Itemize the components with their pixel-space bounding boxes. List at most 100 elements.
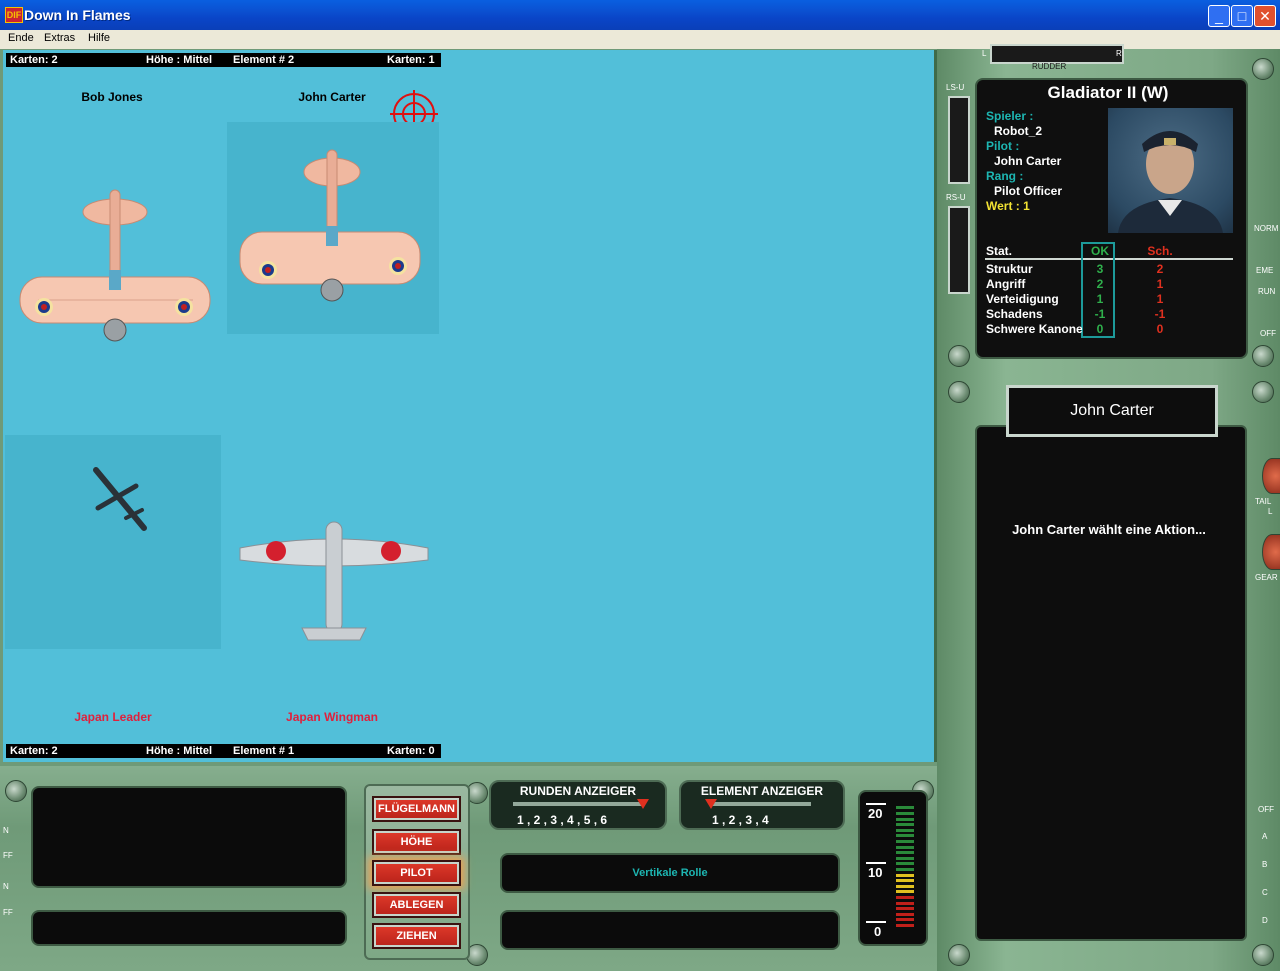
pilot-portrait-icon xyxy=(1118,131,1223,233)
gauge-bar xyxy=(896,918,914,922)
stat-sch-value: -1 xyxy=(1154,307,1166,321)
menu-extras[interactable]: Extras xyxy=(44,32,75,44)
screw-icon xyxy=(5,780,27,802)
aircraft-title: Gladiator II (W) xyxy=(1047,83,1169,102)
stat-name: Angriff xyxy=(986,277,1026,291)
stat-name: Verteidigung xyxy=(986,292,1059,306)
stat-ok-value: 3 xyxy=(1096,262,1104,276)
window-title: Down In Flames xyxy=(24,7,131,23)
selected-pilot-name: John Carter xyxy=(1006,385,1218,437)
element-track xyxy=(711,802,811,806)
secondary-maneuver-display xyxy=(500,910,840,950)
pilot-button[interactable]: PILOT xyxy=(372,860,461,886)
edge-label: RUN xyxy=(1258,287,1276,296)
rsu-label: RS-U xyxy=(946,193,966,202)
message-panel xyxy=(975,425,1247,941)
pilot-portrait xyxy=(1108,108,1233,233)
hoehe-button[interactable]: HÖHE xyxy=(372,829,461,855)
gauge-bar xyxy=(896,907,914,911)
biplane-john-carter[interactable] xyxy=(238,148,422,306)
gauge-bar xyxy=(896,806,914,810)
pilot-value: John Carter xyxy=(994,154,1062,168)
rudder-gauge xyxy=(990,44,1124,64)
edge-label: C xyxy=(1262,888,1268,897)
rounds-track xyxy=(513,802,643,806)
card-hand-display xyxy=(31,786,347,888)
right-slider-gauge xyxy=(948,206,970,294)
tail-knob-icon[interactable] xyxy=(1262,458,1280,494)
gauge-bar xyxy=(896,890,914,894)
gear-knob-icon[interactable] xyxy=(1262,534,1280,570)
screw-icon xyxy=(948,345,970,367)
gauge-tick xyxy=(866,803,886,805)
maximize-button[interactable]: □ xyxy=(1231,5,1253,27)
gauge-bar xyxy=(896,817,914,821)
stat-sch-value: 0 xyxy=(1156,322,1164,336)
edge-label: NORM xyxy=(1254,224,1279,233)
screw-icon xyxy=(1252,58,1274,80)
bottom-right-cards: Karten: 0 xyxy=(387,745,435,757)
gauge-bar xyxy=(896,901,914,905)
gauge-label-20: 20 xyxy=(868,806,883,821)
fluegelmann-button[interactable]: FLÜGELMANN xyxy=(372,796,461,822)
rounds-numbers: 1 , 2 , 3 , 4 , 5 , 6 xyxy=(517,813,608,827)
rounds-indicator: RUNDEN ANZEIGER 1 , 2 , 3 , 4 , 5 , 6 xyxy=(489,780,667,830)
sch-header: Sch. xyxy=(1147,244,1173,258)
stat-name: Schwere Kanone xyxy=(986,322,1082,336)
gauge-bar xyxy=(896,896,914,899)
edge-label: B xyxy=(1262,860,1268,869)
rank-label: Rang : xyxy=(986,169,1024,183)
edge-label: N xyxy=(3,882,9,891)
value-label: Wert : 1 xyxy=(986,199,1030,213)
edge-label: D xyxy=(1262,916,1268,925)
gauge-tick xyxy=(866,862,886,864)
gauge-label-0: 0 xyxy=(874,924,882,939)
stat-sch-value: 2 xyxy=(1156,262,1164,276)
stat-header: Stat. xyxy=(986,244,1013,258)
app-icon: DIF xyxy=(5,7,23,23)
minimize-button[interactable]: _ xyxy=(1208,5,1230,27)
ziehen-button[interactable]: ZIEHEN xyxy=(372,923,461,949)
gauge-bar xyxy=(896,924,914,927)
edge-label: EME xyxy=(1256,266,1274,275)
maneuver-text: Vertikale Rolle xyxy=(632,867,708,879)
player-label: Spieler : xyxy=(986,109,1034,123)
zero-japan-wingman[interactable] xyxy=(236,520,432,646)
ablegen-button[interactable]: ABLEGEN xyxy=(372,892,461,918)
bottom-altitude: Höhe : Mittel xyxy=(146,745,212,757)
top-altitude: Höhe : Mittel xyxy=(146,54,212,66)
edge-label: L xyxy=(1268,507,1273,516)
stat-ok-value: 1 xyxy=(1096,292,1104,306)
screw-icon xyxy=(948,944,970,966)
plane-label-bob-jones: Bob Jones xyxy=(81,90,143,104)
edge-label: FF xyxy=(3,908,13,917)
biplane-bob-jones[interactable] xyxy=(18,185,212,347)
top-left-cards: Karten: 2 xyxy=(10,54,58,66)
lsu-label: LS-U xyxy=(946,83,965,92)
close-button[interactable]: ✕ xyxy=(1254,5,1276,27)
bottom-element: Element # 1 xyxy=(233,745,295,757)
element-indicator-title: ELEMENT ANZEIGER xyxy=(700,784,824,798)
left-slider-gauge xyxy=(948,96,970,184)
gauge-bar xyxy=(896,851,914,855)
menu-ende[interactable]: Ende xyxy=(8,32,34,44)
gauge-bar xyxy=(896,845,914,849)
plane-label-japan-leader: Japan Leader xyxy=(74,710,152,724)
gauge-label-10: 10 xyxy=(868,865,883,880)
element-marker-icon xyxy=(705,799,717,809)
gauge-bar xyxy=(896,834,914,838)
bottom-left-cards: Karten: 2 xyxy=(10,745,58,757)
gauge-bar xyxy=(896,856,914,860)
rounds-indicator-title: RUNDEN ANZEIGER xyxy=(519,784,637,798)
element-indicator: ELEMENT ANZEIGER 1 , 2 , 3 , 4 xyxy=(679,780,845,830)
menu-hilfe[interactable]: Hilfe xyxy=(88,32,110,44)
zero-japan-leader[interactable] xyxy=(88,462,152,534)
game-board xyxy=(3,50,937,762)
edge-label: OFF xyxy=(1258,805,1274,814)
edge-label: FF xyxy=(3,851,13,860)
gauge-bar xyxy=(896,862,914,866)
rudder-l-label: L xyxy=(982,49,987,58)
rounds-marker-icon xyxy=(637,799,649,809)
gauge-bar xyxy=(896,868,914,871)
gauge-bar xyxy=(896,879,914,883)
